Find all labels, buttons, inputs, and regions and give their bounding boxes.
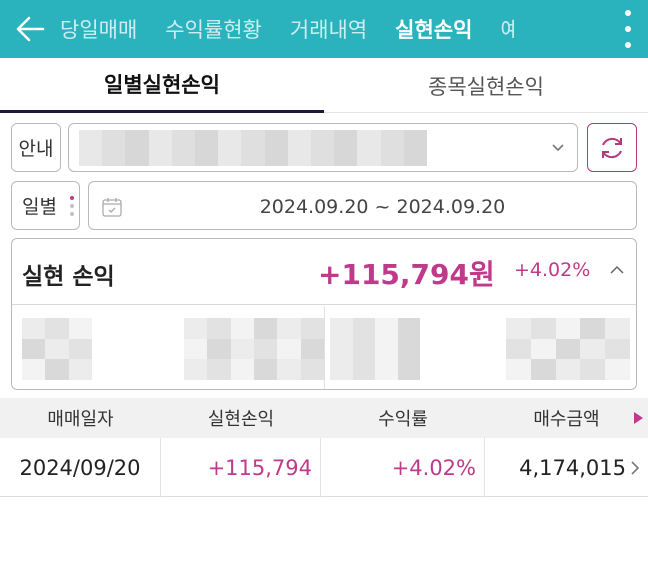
col-return-rate: 수익률: [378, 409, 428, 430]
calendar-icon: [102, 198, 122, 217]
back-button[interactable]: [0, 0, 60, 58]
refresh-button[interactable]: [587, 123, 637, 172]
period-label: 일별: [22, 196, 57, 218]
table-header: 매매일자 실현손익 수익률 매수금액: [0, 398, 648, 438]
sub-tabs: 일별실현손익 종목실현손익: [0, 58, 648, 113]
cell-buy-amount-text: 4,174,015: [519, 455, 626, 480]
tab-more[interactable]: 예: [500, 14, 514, 44]
guide-button[interactable]: 안내: [11, 123, 61, 172]
date-range-field[interactable]: 2024.09.20 ~ 2024.09.20: [88, 181, 637, 230]
chevron-down-icon: [552, 144, 564, 152]
date-range-text: 2024.09.20 ~ 2024.09.20: [259, 195, 506, 218]
more-menu-icon[interactable]: [622, 10, 634, 48]
masked-detail-value-2: [506, 318, 630, 380]
period-select[interactable]: 일별: [11, 181, 80, 230]
tab-return-status[interactable]: 수익률현황: [165, 14, 262, 44]
chevron-right-icon[interactable]: [630, 460, 640, 476]
masked-detail-label: [22, 318, 92, 380]
tab-realized-pnl[interactable]: 실현손익: [395, 14, 472, 44]
masked-detail-value: [184, 318, 324, 380]
summary-rate: +4.02%: [514, 259, 591, 281]
tab-stock-realized[interactable]: 종목실현손익: [324, 58, 648, 113]
summary-divider: [324, 306, 325, 389]
top-nav: 당일매매 수익률현황 거래내역 실현손익 예: [60, 0, 514, 58]
account-select[interactable]: [68, 123, 578, 172]
col-trade-date: 매매일자: [47, 409, 114, 430]
tab-daily-realized[interactable]: 일별실현손익: [0, 58, 324, 113]
scroll-right-icon[interactable]: [632, 410, 644, 426]
cell-rate: +4.02%: [321, 438, 485, 497]
period-more-icon: [70, 196, 74, 216]
masked-detail-label-2: [330, 318, 420, 380]
back-arrow-icon: [16, 16, 45, 42]
tab-daily-trade[interactable]: 당일매매: [60, 14, 137, 44]
summary-amount: +115,794원: [318, 258, 495, 291]
app-bar: 당일매매 수익률현황 거래내역 실현손익 예: [0, 0, 648, 58]
cell-date: 2024/09/20: [0, 438, 161, 497]
cell-profit: +115,794: [161, 438, 321, 497]
chevron-up-icon[interactable]: [610, 265, 624, 275]
guide-label: 안내: [18, 138, 54, 160]
tab-transactions[interactable]: 거래내역: [290, 14, 367, 44]
summary-header[interactable]: 실현 손익 +115,794원 +4.02%: [12, 239, 636, 305]
table-row[interactable]: 2024/09/20 +115,794 +4.02% 4,174,015: [0, 438, 648, 497]
cell-buy-amount: 4,174,015: [485, 438, 648, 497]
summary-title: 실현 손익: [22, 264, 115, 290]
refresh-icon: [602, 137, 622, 158]
summary-card: 실현 손익 +115,794원 +4.02%: [11, 238, 637, 390]
masked-account: [79, 130, 427, 166]
col-buy-amount: 매수금액: [533, 409, 600, 430]
col-realized-pnl: 실현손익: [207, 409, 275, 430]
summary-details: [12, 306, 636, 389]
